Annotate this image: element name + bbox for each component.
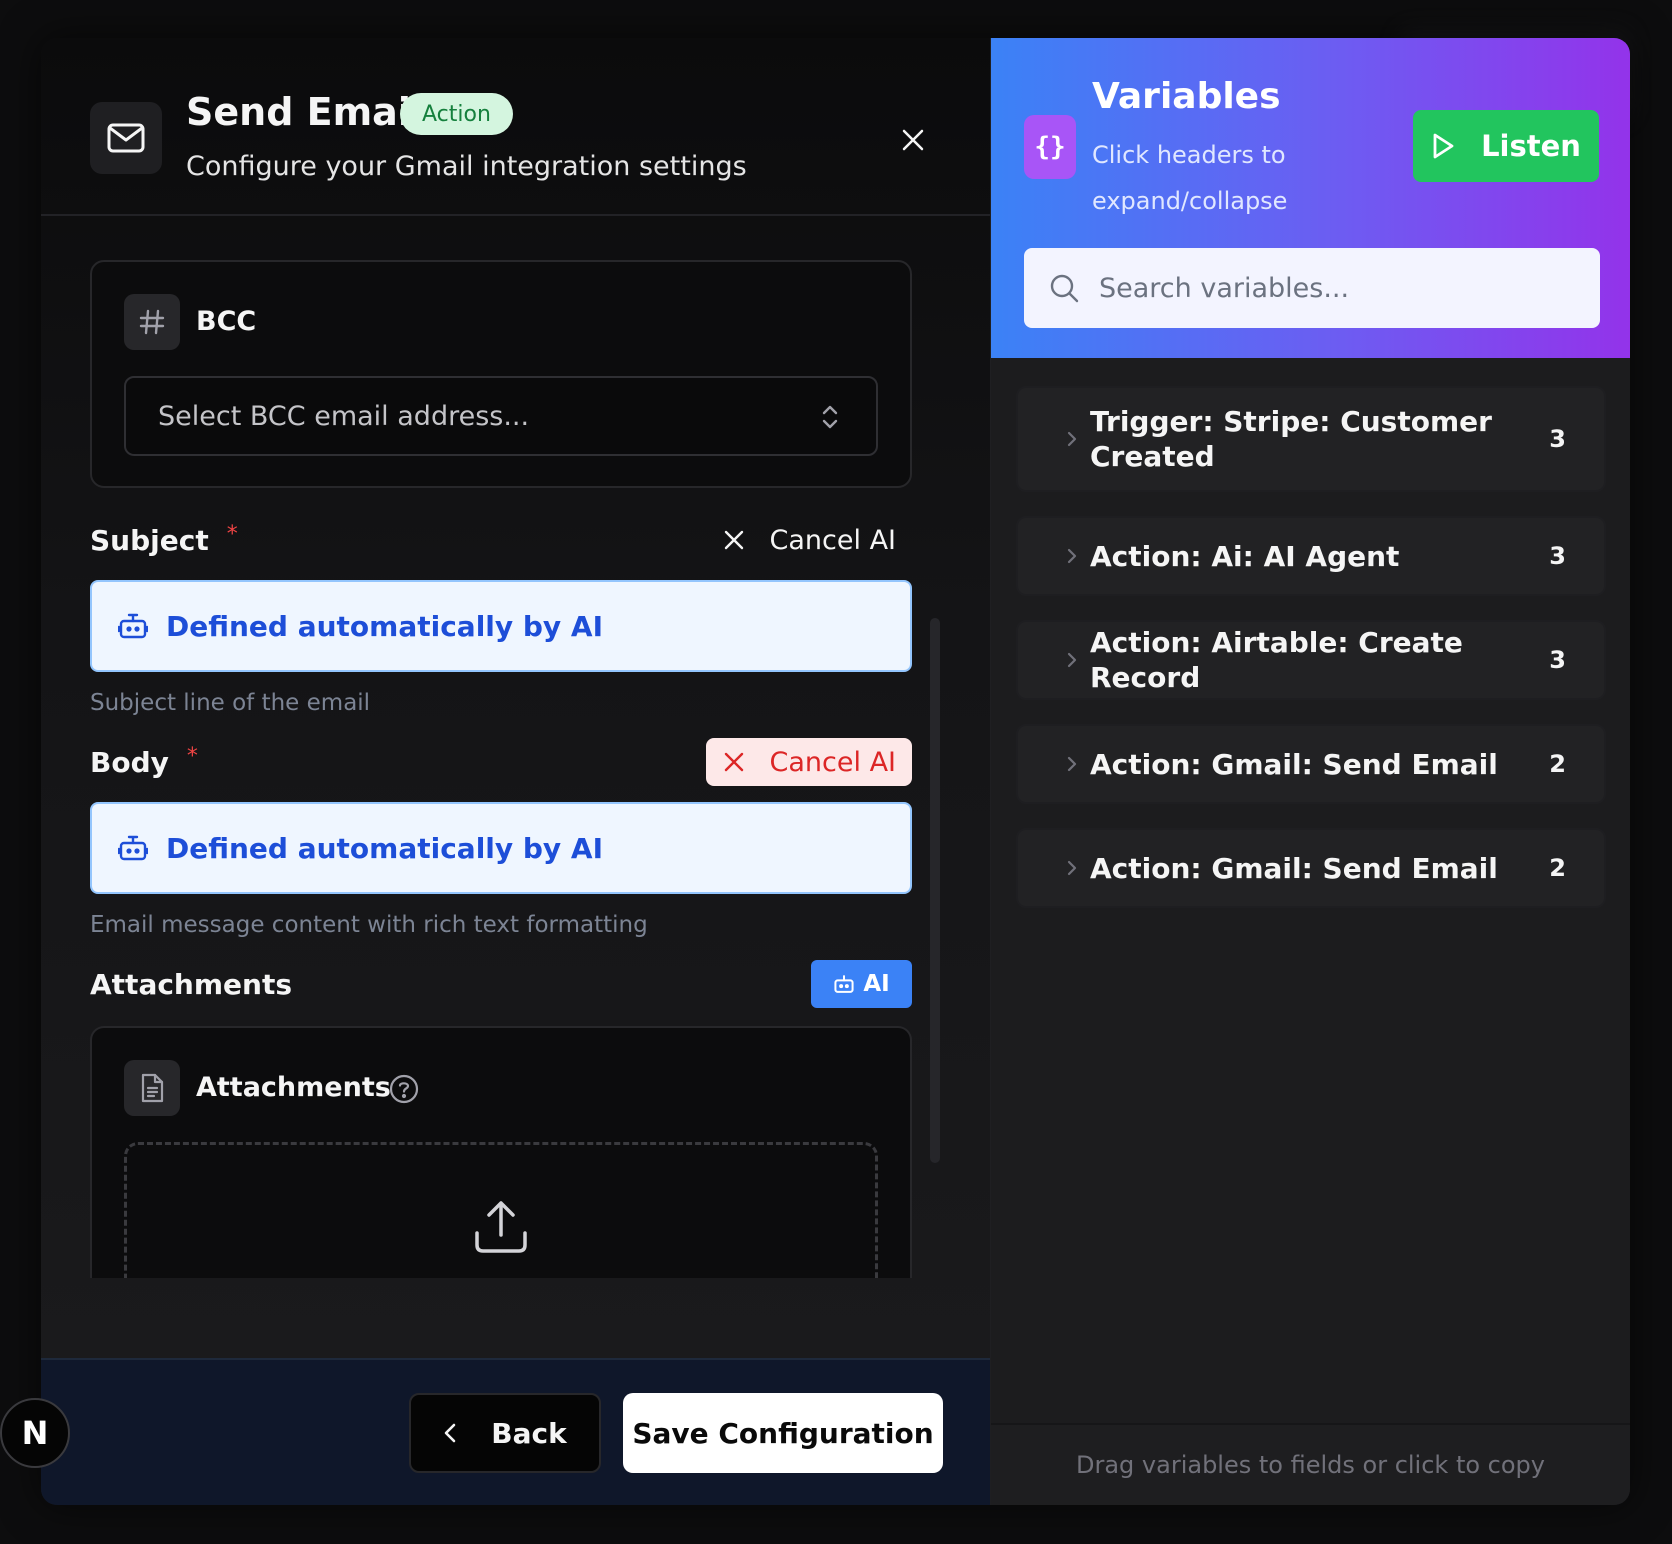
chevron-right-icon: [1067, 860, 1077, 876]
listen-label: Listen: [1481, 129, 1581, 163]
config-panel: Send Email Action Configure your Gmail i…: [41, 38, 991, 1505]
variables-title: Variables: [1092, 76, 1281, 117]
file-dropzone[interactable]: [124, 1142, 878, 1278]
page-title: Send Email: [186, 90, 424, 134]
body-label: Body: [90, 745, 169, 779]
file-text-icon: [124, 1060, 180, 1116]
variable-group-name: Trigger: Stripe: Customer Created: [1090, 405, 1492, 473]
subject-ai-field[interactable]: Defined automatically by AI: [90, 580, 912, 672]
chevron-right-icon: [1067, 431, 1077, 447]
variable-group-count: 3: [1549, 542, 1566, 570]
chevron-up-down-icon: [822, 405, 838, 429]
subject-cancel-ai-button[interactable]: Cancel AI: [706, 516, 912, 564]
subject-ai-value: Defined automatically by AI: [166, 609, 604, 643]
variables-subtitle: Click headers to expand/collapse: [1092, 141, 1288, 215]
mail-icon: [90, 102, 162, 174]
form-content: BCC Select BCC email address... Subject …: [90, 260, 912, 1278]
subject-row: Subject * Cancel AI: [90, 516, 912, 564]
required-indicator: *: [226, 521, 238, 547]
variable-group[interactable]: Action: Gmail: Send Email 2: [1016, 828, 1606, 908]
variable-group[interactable]: Action: Airtable: Create Record 3: [1016, 620, 1606, 700]
chevron-left-icon: [444, 1423, 456, 1443]
variable-group-name: Action: Gmail: Send Email: [1090, 747, 1498, 781]
variable-group-count: 2: [1549, 854, 1566, 882]
body-ai-field[interactable]: Defined automatically by AI: [90, 802, 912, 894]
scrollbar[interactable]: [930, 618, 940, 1163]
robot-icon: [834, 975, 854, 993]
ai-button-label: AI: [863, 971, 890, 997]
attachments-card: Attachments: [90, 1026, 912, 1278]
upload-icon: [475, 1201, 527, 1253]
braces-icon: {}: [1024, 115, 1076, 179]
chevron-right-icon: [1067, 548, 1077, 564]
variable-group-count: 2: [1549, 750, 1566, 778]
variables-panel: {} Variables Click headers to expand/col…: [991, 38, 1630, 1505]
chevron-right-icon: [1067, 756, 1077, 772]
variable-groups: Trigger: Stripe: Customer Created 3 Acti…: [1016, 386, 1606, 932]
modal-footer: Back Save Configuration: [41, 1358, 990, 1505]
back-button[interactable]: Back: [409, 1393, 601, 1473]
cancel-ai-label: Cancel AI: [769, 524, 896, 556]
robot-icon: [118, 835, 148, 861]
help-circle-icon[interactable]: [389, 1074, 419, 1104]
robot-icon: [118, 613, 148, 639]
back-label: Back: [491, 1416, 567, 1450]
bcc-select-placeholder: Select BCC email address...: [158, 400, 530, 432]
variable-group-count: 3: [1549, 646, 1566, 674]
body-row: Body * Cancel AI: [90, 738, 912, 786]
variable-group[interactable]: Action: Gmail: Send Email 2: [1016, 724, 1606, 804]
action-badge: Action: [400, 93, 513, 135]
attachments-label: Attachments: [90, 967, 293, 1001]
variable-group-name: Action: Airtable: Create Record: [1090, 626, 1463, 694]
variable-group[interactable]: Trigger: Stripe: Customer Created 3: [1016, 386, 1606, 492]
attachments-row: Attachments AI: [90, 960, 912, 1008]
bcc-card: BCC Select BCC email address...: [90, 260, 912, 488]
attachments-card-label: Attachments: [196, 1072, 391, 1103]
required-indicator: *: [186, 743, 198, 769]
listen-button[interactable]: Listen: [1413, 110, 1599, 182]
variable-group[interactable]: Action: Ai: AI Agent 3: [1016, 516, 1606, 596]
subject-label: Subject: [90, 523, 209, 557]
bcc-select[interactable]: Select BCC email address...: [124, 376, 878, 456]
close-button[interactable]: [898, 125, 928, 155]
app-logo[interactable]: N: [0, 1398, 70, 1468]
variable-group-name: Action: Gmail: Send Email: [1090, 851, 1498, 885]
send-email-modal: Send Email Action Configure your Gmail i…: [41, 38, 1630, 1505]
bcc-label: BCC: [196, 306, 257, 337]
variables-search[interactable]: [1024, 248, 1600, 328]
variables-header: {} Variables Click headers to expand/col…: [991, 38, 1630, 358]
body-cancel-ai-button[interactable]: Cancel AI: [705, 738, 912, 786]
save-configuration-button[interactable]: Save Configuration: [623, 1393, 943, 1473]
search-icon: [1050, 274, 1079, 303]
variable-group-name: Action: Ai: AI Agent: [1090, 539, 1400, 573]
chevron-right-icon: [1067, 652, 1077, 668]
attachments-ai-button[interactable]: AI: [811, 960, 912, 1008]
cancel-ai-label: Cancel AI: [769, 746, 896, 778]
page-subtitle: Configure your Gmail integration setting…: [186, 151, 747, 182]
modal-header: Send Email Action Configure your Gmail i…: [41, 38, 990, 216]
close-icon: [724, 752, 743, 772]
body-ai-value: Defined automatically by AI: [166, 831, 604, 865]
body-help: Email message content with rich text for…: [90, 912, 648, 938]
variables-footer-hint: Drag variables to fields or click to cop…: [991, 1423, 1630, 1505]
subject-help: Subject line of the email: [90, 690, 371, 716]
search-input[interactable]: [1099, 272, 1579, 304]
play-icon: [1433, 133, 1454, 159]
close-icon: [902, 129, 924, 151]
hash-icon: [124, 294, 180, 350]
variable-group-count: 3: [1549, 425, 1566, 453]
close-icon: [724, 530, 743, 550]
